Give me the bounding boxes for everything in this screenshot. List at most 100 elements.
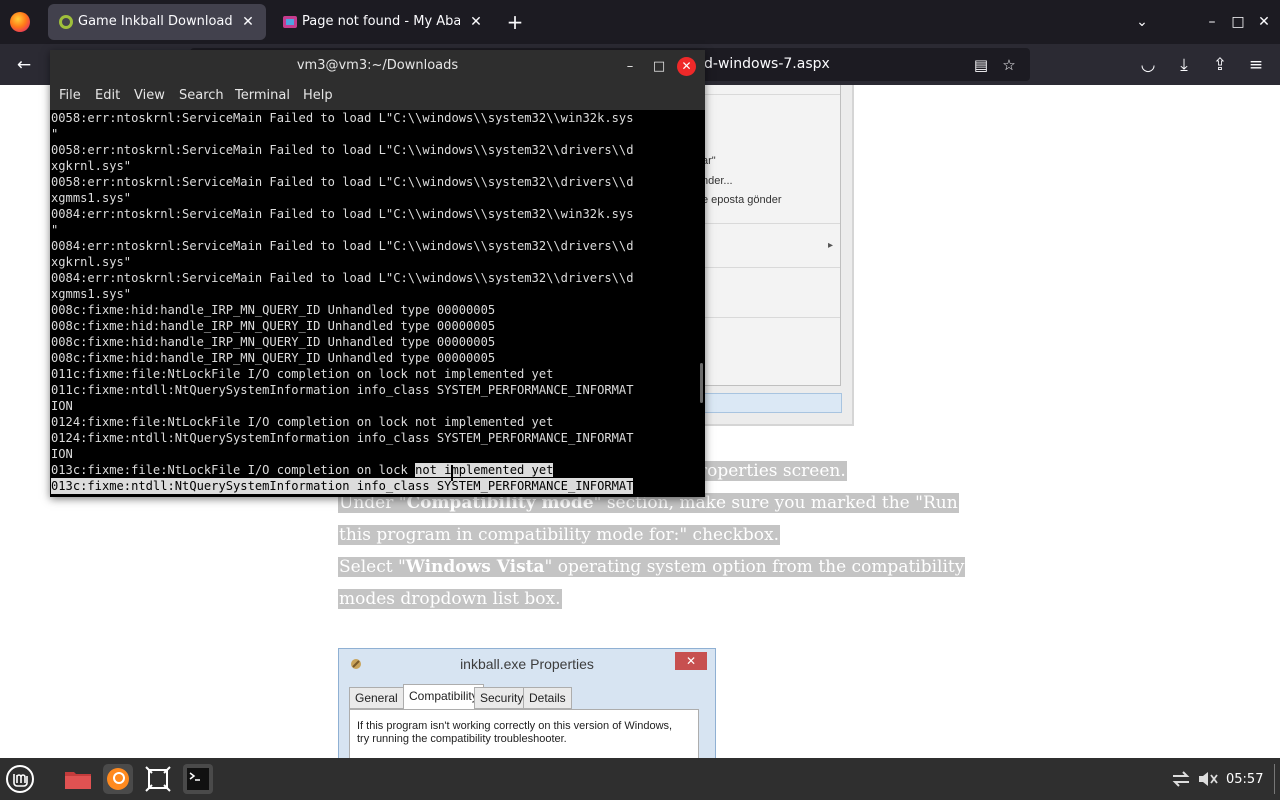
terminal-title: vm3@vm3:~/Downloads — [296, 58, 459, 73]
terminal-line: 0084:err:ntoskrnl:ServiceMain Failed to … — [51, 239, 634, 253]
terminal-close-icon[interactable]: ✕ — [677, 57, 696, 76]
article-line: roperties screen. — [698, 457, 847, 485]
terminal-line: xgkrnl.sys" — [51, 159, 132, 173]
terminal-line: 011c:fixme:ntdll:NtQuerySystemInformatio… — [51, 383, 634, 397]
dialog-text: try running the compatibility troublesho… — [357, 733, 567, 745]
windows-vista-bold: Windows Vista — [405, 557, 545, 577]
dialog-tab-compatibility: Compatibility — [403, 684, 484, 709]
terminal-minimize-icon[interactable]: – — [620, 57, 640, 77]
window-tool-icon[interactable] — [142, 763, 174, 795]
submenu-arrow-icon: ▸ — [828, 240, 834, 251]
extensions-icon[interactable]: ⇪ — [1206, 51, 1234, 79]
context-menu-screenshot: ar" nder... e eposta gönder ▸ — [694, 85, 854, 426]
menu-file[interactable]: File — [59, 88, 81, 103]
terminal-scroll-thumb[interactable] — [700, 363, 703, 403]
dialog-tab-general: General — [349, 687, 404, 709]
volume-muted-icon[interactable] — [1196, 763, 1220, 795]
file-manager-icon[interactable] — [62, 763, 94, 795]
dialog-close-icon: ✕ — [675, 652, 707, 670]
browser-tab-bar: Game Inkball Download for ✕ Page not fou… — [0, 0, 1280, 44]
terminal-line-text: 013c:fixme:file:NtLockFile I/O completio… — [51, 463, 416, 477]
pocket-icon[interactable]: ◡ — [1134, 51, 1162, 79]
tab-title: Game Inkball Download for — [78, 14, 236, 29]
back-arrow-icon[interactable]: ← — [10, 51, 38, 79]
tab-game-inkball[interactable]: Game Inkball Download for ✕ — [48, 4, 266, 40]
tab-page-not-found[interactable]: Page not found - My Aband ✕ — [272, 4, 494, 40]
new-tab-button[interactable]: + — [502, 8, 528, 36]
menu-separator — [694, 223, 840, 224]
terminal-line: 0124:fixme:ntdll:NtQuerySystemInformatio… — [51, 431, 634, 445]
menu-edit[interactable]: Edit — [95, 88, 120, 103]
dialog-text: If this program isn't working correctly … — [357, 720, 673, 732]
menu-view[interactable]: View — [134, 88, 165, 103]
article-line: Select "Windows Vista" operating system … — [338, 553, 966, 581]
downloads-icon[interactable]: ⤓ — [1170, 51, 1198, 79]
firefox-taskbar-icon[interactable] — [102, 763, 134, 795]
terminal-line: 008c:fixme:hid:handle_IRP_MN_QUERY_ID Un… — [51, 335, 496, 349]
article-line-3: this program in compatibility mode for:"… — [338, 525, 781, 545]
taskbar: 05:57 — [0, 758, 1280, 800]
dialog-tab-security: Security — [474, 687, 530, 709]
terminal-line: 0058:err:ntoskrnl:ServiceMain Failed to … — [51, 143, 634, 157]
taskbar-separator — [1274, 764, 1275, 794]
dialog-tab-details: Details — [523, 687, 572, 709]
menu-help[interactable]: Help — [303, 88, 333, 103]
terminal-maximize-icon[interactable]: □ — [649, 57, 669, 77]
menu-search[interactable]: Search — [179, 88, 224, 103]
terminal-line: xgmms1.sys" — [51, 191, 132, 205]
terminal-title-bar[interactable]: vm3@vm3:~/Downloads – □ ✕ — [50, 50, 705, 83]
url-text[interactable]: d-windows-7.aspx — [704, 56, 830, 72]
terminal-line: 0084:err:ntoskrnl:ServiceMain Failed to … — [51, 271, 634, 285]
tab-title: Page not found - My Aband — [302, 14, 460, 29]
terminal-line-selected: 013c:fixme:ntdll:NtQuerySystemInformatio… — [51, 478, 634, 494]
menu-separator — [694, 317, 840, 318]
dialog-title: inkball.exe Properties — [460, 656, 594, 672]
menu-fragment: e eposta gönder — [702, 194, 782, 206]
terminal-line: xgkrnl.sys" — [51, 255, 132, 269]
tab-close-icon[interactable]: ✕ — [464, 10, 488, 34]
terminal-menu-bar: File Edit View Search Terminal Help — [50, 83, 705, 110]
terminal-output[interactable]: 0058:err:ntoskrnl:ServiceMain Failed to … — [50, 110, 696, 497]
properties-menu-item-highlight — [694, 393, 842, 413]
terminal-scrollbar[interactable] — [696, 110, 705, 497]
terminal-line: " — [51, 127, 59, 141]
terminal-line: 0058:err:ntoskrnl:ServiceMain Failed to … — [51, 111, 634, 125]
firefox-logo-icon[interactable] — [10, 12, 30, 32]
menu-terminal[interactable]: Terminal — [235, 88, 290, 103]
terminal-taskbar-icon[interactable] — [182, 763, 214, 795]
bookmark-star-icon[interactable]: ☆ — [996, 52, 1022, 78]
terminal-line: 011c:fixme:file:NtLockFile I/O completio… — [51, 367, 554, 381]
clock[interactable]: 05:57 — [1226, 772, 1263, 787]
terminal-line: 013c:fixme:file:NtLockFile I/O completio… — [51, 462, 554, 478]
terminal-line: 008c:fixme:hid:handle_IRP_MN_QUERY_ID Un… — [51, 351, 496, 365]
selected-text: not implemented yet — [415, 463, 554, 477]
abandonware-favicon-icon — [283, 16, 297, 28]
list-all-tabs-icon[interactable]: ⌄ — [1130, 10, 1154, 34]
reader-view-icon[interactable]: ▤ — [968, 52, 994, 78]
article-line-5: modes dropdown list box. — [338, 589, 562, 609]
article-line: modes dropdown list box. — [338, 585, 562, 613]
menu-separator — [694, 94, 840, 95]
article-line-1: roperties screen. — [698, 461, 847, 481]
window-minimize-icon[interactable]: – — [1200, 10, 1224, 34]
terminal-line: 008c:fixme:hid:handle_IRP_MN_QUERY_ID Un… — [51, 319, 496, 333]
tab-close-icon[interactable]: ✕ — [236, 10, 260, 34]
terminal-window[interactable]: vm3@vm3:~/Downloads – □ ✕ File Edit View… — [50, 50, 705, 497]
menu-separator — [694, 267, 840, 268]
android-favicon-icon — [59, 15, 73, 29]
text-cursor-icon — [451, 465, 453, 481]
mint-menu-icon[interactable] — [4, 763, 36, 795]
terminal-line: ION — [51, 447, 73, 461]
window-maximize-icon[interactable]: □ — [1226, 10, 1250, 34]
terminal-line: 0058:err:ntoskrnl:ServiceMain Failed to … — [51, 175, 634, 189]
terminal-line: ION — [51, 399, 73, 413]
terminal-line: 0084:err:ntoskrnl:ServiceMain Failed to … — [51, 207, 634, 221]
properties-dialog-screenshot: inkball.exe Properties ✕ General Compati… — [338, 648, 716, 763]
network-icon[interactable] — [1168, 763, 1194, 795]
context-menu-image: ar" nder... e eposta gönder ▸ — [694, 85, 841, 386]
window-close-icon[interactable]: ✕ — [1252, 10, 1276, 34]
menu-fragment: nder... — [702, 175, 733, 187]
terminal-line: 008c:fixme:hid:handle_IRP_MN_QUERY_ID Un… — [51, 303, 496, 317]
terminal-line: " — [51, 223, 59, 237]
app-menu-icon[interactable]: ≡ — [1242, 51, 1270, 79]
